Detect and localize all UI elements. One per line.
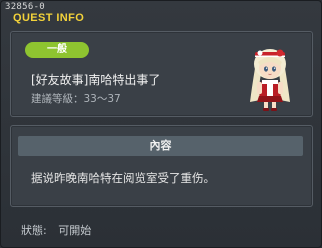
status-value: 可開始 (58, 224, 92, 237)
status-label: 狀態: (21, 224, 47, 237)
content-header: 內容 (18, 136, 303, 156)
quest-status: 狀態: 可開始 (21, 222, 91, 238)
content-text: 据说昨晚南哈特在阅览室受了重伤。 (31, 171, 215, 185)
quest-summary-panel: 一般 [好友故事]南哈特出事了 建議等級：33～37 (10, 31, 313, 117)
window-title: QUEST INFO (13, 12, 85, 24)
npc-portrait (250, 49, 290, 111)
quest-content-panel: 內容 据说昨晚南哈特在阅览室受了重伤。 (10, 125, 313, 207)
quest-info-window: 32856-0 QUEST INFO 一般 [好友故事]南哈特出事了 建議等級：… (0, 0, 322, 248)
quest-id: 32856-0 (5, 2, 46, 12)
quest-name: [好友故事]南哈特出事了 (31, 73, 161, 87)
recommended-level: 建議等級：33～37 (31, 93, 121, 105)
category-badge: 一般 (25, 42, 89, 58)
